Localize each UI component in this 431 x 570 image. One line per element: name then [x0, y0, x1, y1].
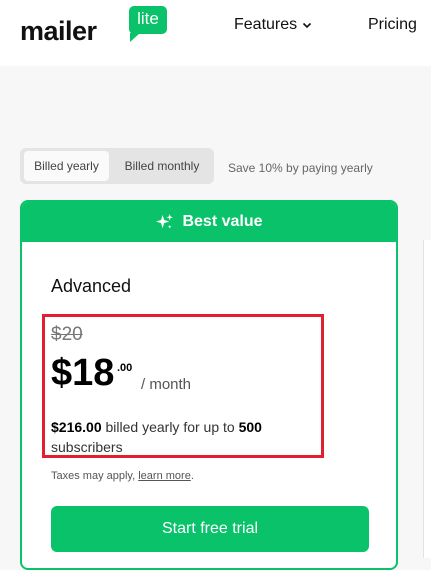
taxes-note: Taxes may apply, learn more. — [51, 470, 194, 482]
chevron-down-icon — [303, 22, 312, 29]
start-free-trial-button[interactable]: Start free trial — [51, 506, 369, 552]
taxes-text: Taxes may apply, — [51, 470, 139, 482]
site-header: mailer lite Features Pricing — [0, 0, 431, 66]
nav-features[interactable]: Features — [234, 16, 312, 34]
logo-badge: lite — [129, 6, 167, 42]
adjacent-card-edge — [423, 240, 431, 558]
billed-yearly-option[interactable]: Billed yearly — [24, 151, 109, 181]
billed-monthly-option[interactable]: Billed monthly — [116, 151, 208, 181]
learn-more-link[interactable]: learn more — [138, 470, 191, 482]
original-price: $20 — [51, 324, 83, 345]
yearly-savings-note: Save 10% by paying yearly — [228, 161, 373, 175]
taxes-end: . — [190, 470, 194, 482]
subscriber-count: 500 — [238, 419, 262, 435]
billed-amount: $216.00 — [51, 419, 102, 435]
best-value-label: Best value — [182, 213, 263, 230]
price-period: / month — [141, 376, 192, 393]
nav-features-label: Features — [234, 16, 298, 33]
nav-pricing[interactable]: Pricing — [368, 16, 417, 34]
logo-badge-text: lite — [137, 9, 159, 28]
best-value-banner: Best value — [22, 202, 396, 242]
price-cents: .00 — [117, 362, 133, 374]
subscriber-label: subscribers — [51, 439, 123, 455]
billing-toggle: Billed yearly Billed monthly — [20, 148, 214, 184]
logo-wordmark: mailer — [20, 16, 97, 46]
pricing-card-advanced: Best value Advanced $20 $18 .00 / month … — [20, 200, 398, 570]
billed-text: billed yearly for up to — [101, 419, 239, 435]
billing-summary: $216.00 billed yearly for up to 500 subsc… — [51, 417, 313, 457]
sparkle-icon — [156, 213, 174, 229]
price-amount: $18 — [51, 352, 115, 394]
plan-name: Advanced — [51, 276, 132, 296]
